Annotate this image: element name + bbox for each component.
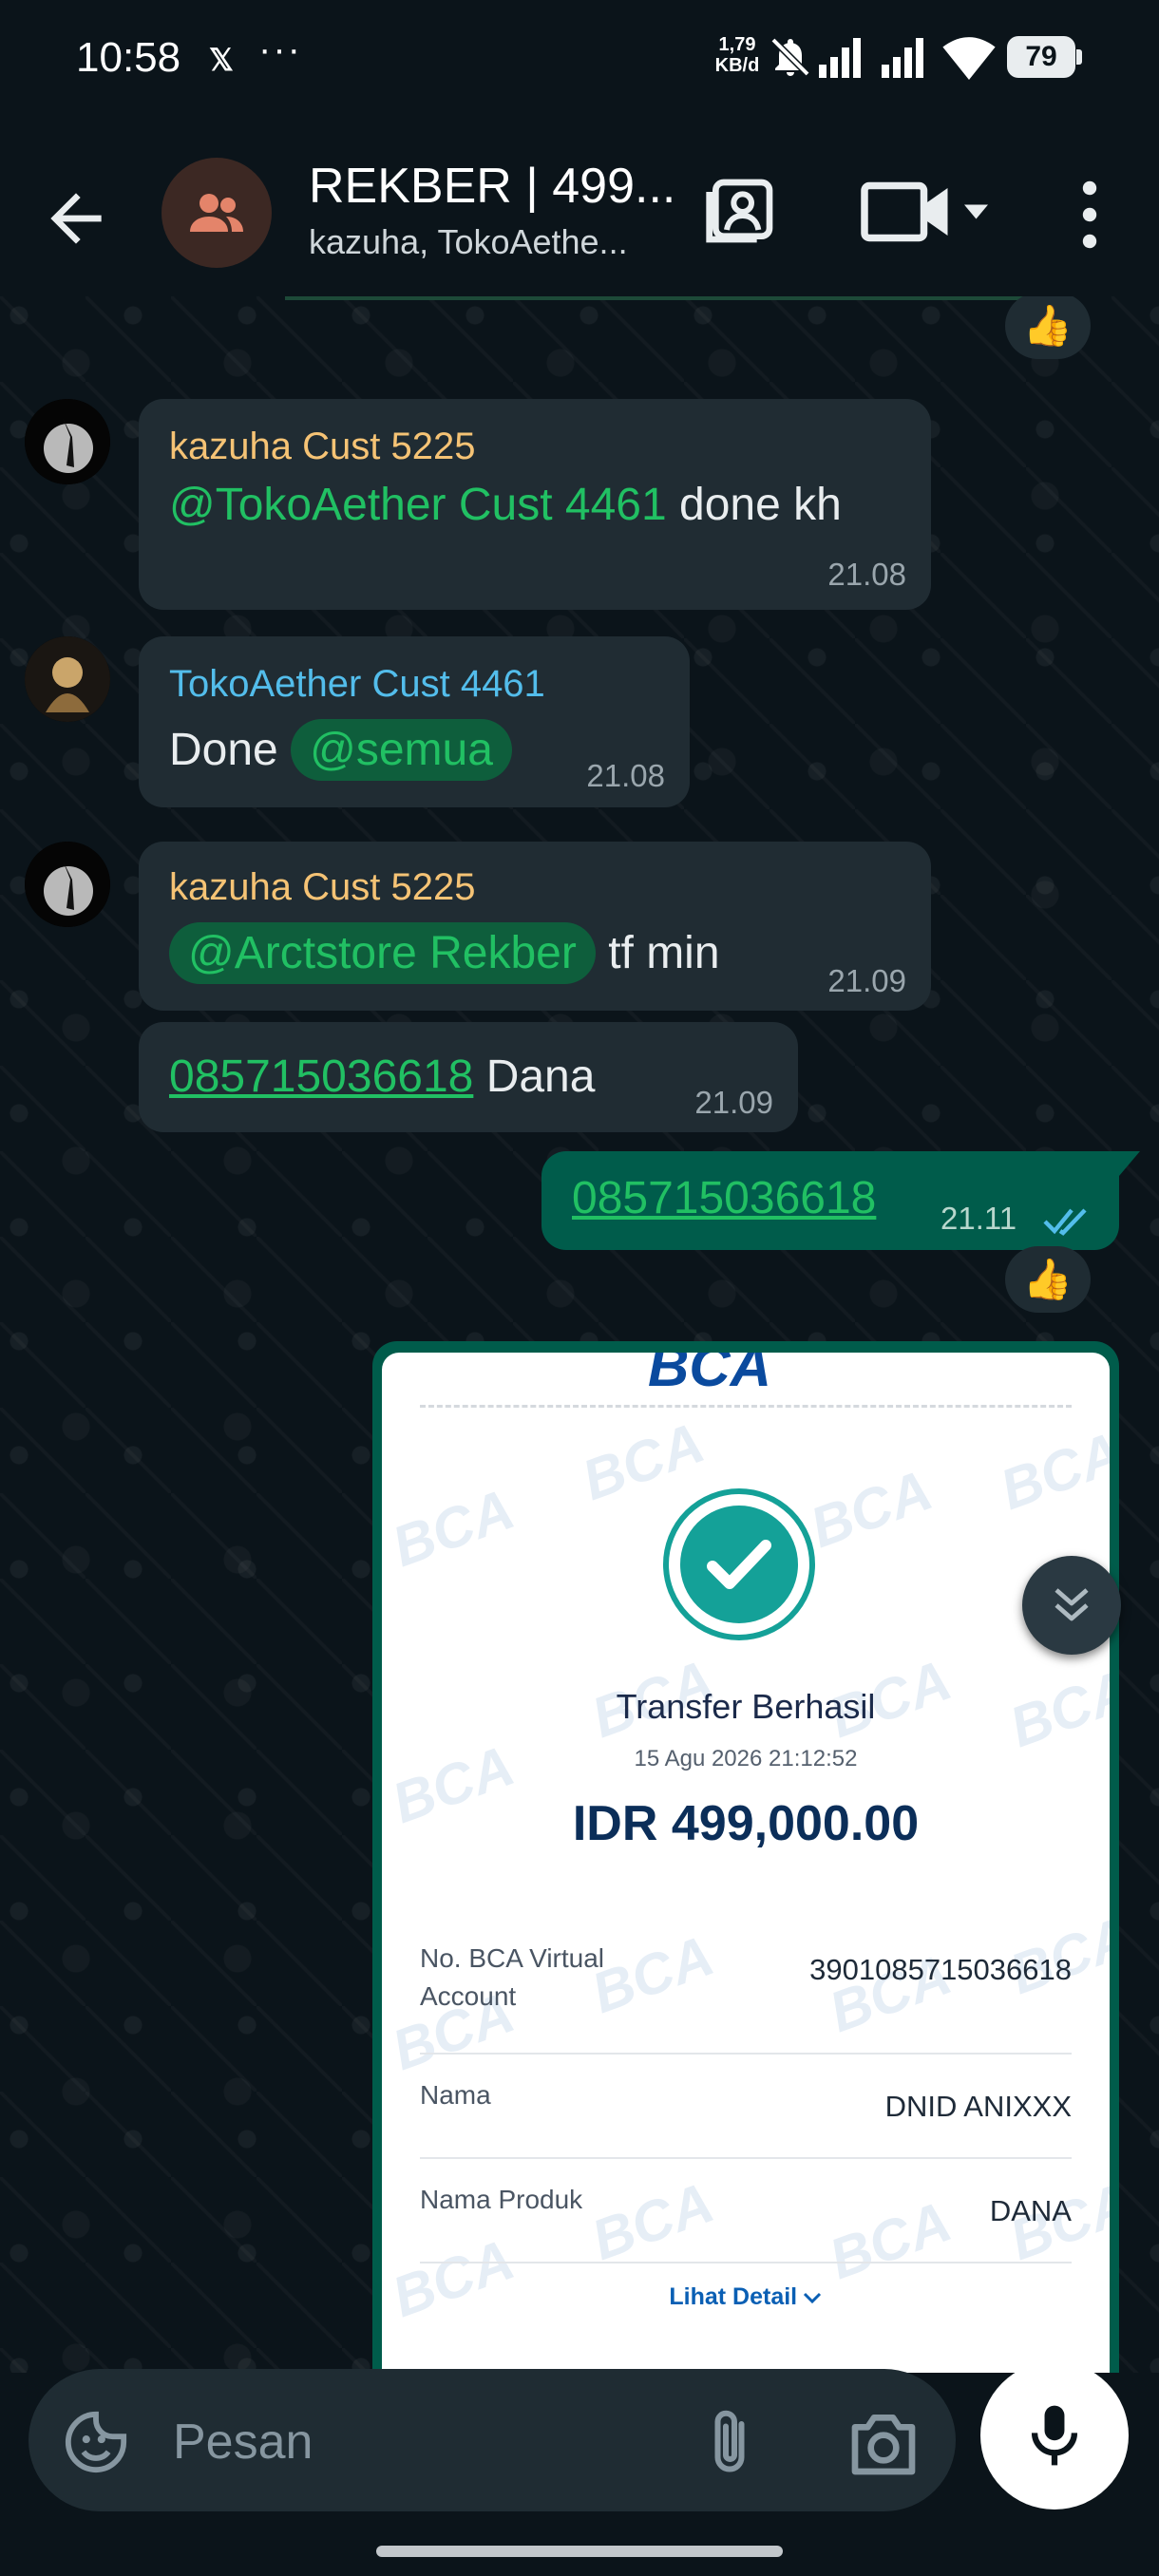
paperclip-icon[interactable] bbox=[701, 2405, 758, 2481]
bca-logo: BCA bbox=[648, 1353, 771, 1398]
message-text: 085715036618 bbox=[572, 1172, 876, 1224]
detail-link[interactable]: Lihat Detail bbox=[382, 2283, 1110, 2311]
transfer-datetime: 15 Agu 2026 21:12:52 bbox=[634, 1746, 858, 1771]
mic-icon bbox=[1031, 2405, 1078, 2466]
divider bbox=[420, 2262, 1072, 2263]
message-body: Done bbox=[169, 725, 278, 775]
transfer-amount: IDR 499,000.00 bbox=[572, 1796, 920, 1851]
sender-name[interactable]: kazuha Cust 5225 bbox=[169, 866, 475, 909]
mention[interactable]: @semua bbox=[291, 719, 512, 781]
home-indicator[interactable] bbox=[376, 2546, 783, 2557]
network-speed-value: 1,79 bbox=[718, 34, 756, 55]
group-avatar[interactable] bbox=[162, 158, 272, 268]
message-bubble[interactable]: kazuha Cust 5225 @Arctstore Rekber tf mi… bbox=[139, 842, 931, 1011]
chevron-down-icon bbox=[803, 2292, 821, 2304]
receipt-row-label: Nama bbox=[420, 2080, 491, 2110]
receipt-row-label: No. BCA Virtual Account bbox=[420, 1943, 605, 2011]
scroll-to-bottom-button[interactable] bbox=[1022, 1556, 1121, 1655]
detail-link-label: Lihat Detail bbox=[669, 2283, 798, 2310]
signal-icon-2 bbox=[882, 38, 923, 78]
avatar-kazuha-image bbox=[25, 842, 110, 927]
x-app-icon: 𝕏 bbox=[209, 43, 234, 77]
more-vert-icon[interactable] bbox=[1069, 177, 1111, 253]
phone-link[interactable]: 085715036618 bbox=[169, 1051, 473, 1102]
chat-area[interactable]: 👍 kazuha Cust 5225 @TokoAether Cust 4461… bbox=[0, 296, 1159, 2373]
camera-icon[interactable] bbox=[846, 2407, 922, 2479]
network-speed: 1,79 KB/d bbox=[711, 34, 764, 76]
message-time: 21.11 bbox=[940, 1201, 1017, 1236]
outgoing-message-bubble[interactable]: 085715036618 21.11 bbox=[542, 1151, 1119, 1250]
mic-button[interactable] bbox=[980, 2361, 1129, 2510]
mention[interactable]: @TokoAether Cust 4461 bbox=[169, 480, 667, 530]
message-bubble[interactable]: 085715036618 Dana 21.09 bbox=[139, 1022, 798, 1132]
previous-bubble-edge bbox=[285, 296, 1054, 300]
sender-name[interactable]: TokoAether Cust 4461 bbox=[169, 663, 545, 706]
message-composer bbox=[28, 2369, 956, 2511]
status-bar: 10:58 𝕏 ··· 1,79 KB/d 79 bbox=[0, 0, 1159, 123]
check-circle-icon bbox=[680, 1506, 798, 1623]
signal-icon-1 bbox=[819, 38, 861, 78]
avatar-kazuha[interactable] bbox=[25, 399, 110, 484]
video-call-icon[interactable] bbox=[860, 179, 993, 245]
message-time: 21.09 bbox=[694, 1085, 773, 1120]
divider bbox=[420, 2053, 1072, 2055]
group-title[interactable]: REKBER | 499... bbox=[309, 158, 675, 215]
message-text: 085715036618 Dana bbox=[169, 1051, 595, 1103]
phone-link[interactable]: 085715036618 bbox=[572, 1173, 876, 1223]
avatar-kazuha-image bbox=[25, 399, 110, 484]
dropdown-icon bbox=[964, 204, 988, 219]
message-time: 21.08 bbox=[827, 557, 906, 592]
message-time: 21.09 bbox=[827, 963, 906, 998]
mention[interactable]: @Arctstore Rekber bbox=[169, 922, 596, 984]
divider bbox=[420, 2157, 1072, 2159]
receipt-row-value: 3901085715036618 bbox=[809, 1953, 1072, 1986]
reaction-thumbs-up[interactable]: 👍 bbox=[1005, 1246, 1091, 1313]
message-text: @TokoAether Cust 4461 done kh bbox=[169, 479, 842, 531]
status-icon[interactable] bbox=[703, 173, 779, 249]
receipt-row-value: DNID ANIXXX bbox=[884, 2090, 1072, 2123]
avatar-tokoaether[interactable] bbox=[25, 636, 110, 722]
message-bubble[interactable]: kazuha Cust 5225 @TokoAether Cust 4461 d… bbox=[139, 399, 931, 610]
watermark: BCA bbox=[574, 1410, 712, 1513]
watermark: BCA bbox=[802, 1457, 940, 1561]
network-speed-unit: KB/d bbox=[714, 55, 760, 76]
message-body: Dana bbox=[485, 1051, 596, 1102]
avatar-tokoaether-image bbox=[25, 636, 110, 722]
more-notifications-icon: ··· bbox=[258, 28, 302, 70]
wifi-icon bbox=[942, 37, 996, 80]
bubble-tail bbox=[1119, 1151, 1140, 1176]
message-text: @Arctstore Rekber tf min bbox=[169, 922, 720, 984]
receipt-row-value: DANA bbox=[989, 2194, 1072, 2227]
battery-indicator: 79 bbox=[1007, 36, 1082, 78]
double-check-icon bbox=[1043, 1208, 1087, 1236]
message-input[interactable] bbox=[171, 2407, 669, 2477]
group-members[interactable]: kazuha, TokoAethe... bbox=[309, 222, 628, 262]
watermark: BCA bbox=[992, 1419, 1110, 1523]
sticker-icon[interactable] bbox=[63, 2409, 129, 2475]
group-icon bbox=[190, 194, 243, 232]
reaction-thumbs-up[interactable]: 👍 bbox=[1005, 296, 1091, 359]
receipt-image[interactable]: BCA BCA BCA BCA BCA BCA BCA BCA BCA BCA … bbox=[382, 1353, 1110, 2373]
bell-muted-icon bbox=[770, 37, 810, 77]
transfer-status: Transfer Berhasil bbox=[616, 1687, 876, 1726]
message-time: 21.08 bbox=[586, 758, 665, 793]
receipt-row-label: Nama Produk bbox=[420, 2185, 583, 2214]
double-chevron-down-icon bbox=[1054, 1588, 1089, 1621]
message-bubble[interactable]: TokoAether Cust 4461 Done @semua 21.08 bbox=[139, 636, 690, 807]
sender-name[interactable]: kazuha Cust 5225 bbox=[169, 426, 475, 468]
message-body: done kh bbox=[679, 480, 842, 530]
message-text: Done @semua bbox=[169, 719, 512, 781]
avatar-kazuha[interactable] bbox=[25, 842, 110, 927]
back-arrow-icon[interactable] bbox=[38, 180, 114, 256]
message-body: tf min bbox=[608, 928, 720, 978]
status-time: 10:58 bbox=[76, 34, 181, 81]
watermark: BCA bbox=[384, 2226, 522, 2330]
divider bbox=[420, 1405, 1072, 1408]
chat-header: REKBER | 499... kazuha, TokoAethe... bbox=[0, 123, 1159, 296]
watermark: BCA bbox=[384, 1476, 522, 1580]
